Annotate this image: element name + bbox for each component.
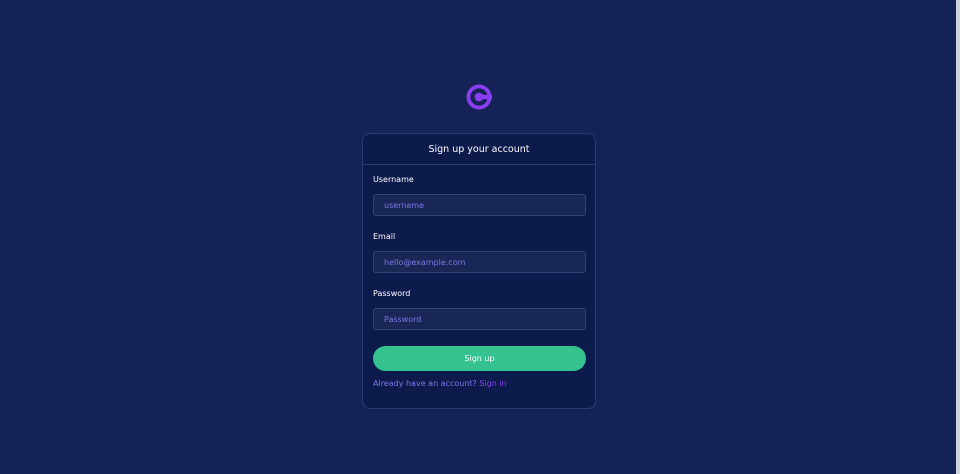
sign-in-link[interactable]: Sign in [479, 379, 506, 388]
password-input[interactable] [373, 308, 586, 330]
signin-prompt-text: Already have an account? [373, 379, 477, 388]
page-scrollbar[interactable] [956, 0, 960, 474]
password-label: Password [373, 289, 411, 298]
email-label: Email [373, 232, 396, 241]
card-title: Sign up your account [428, 143, 530, 155]
username-label: Username [373, 175, 414, 184]
page: Sign up your account Username Email Pass… [0, 0, 960, 474]
sign-up-button[interactable]: Sign up [373, 346, 586, 371]
c-logo-icon [466, 84, 492, 110]
signin-prompt: Already have an account? Sign in [373, 379, 507, 388]
email-input[interactable] [373, 251, 586, 273]
app-logo [466, 84, 492, 110]
card-header: Sign up your account [363, 134, 595, 165]
signup-card: Sign up your account Username Email Pass… [362, 133, 596, 409]
username-input[interactable] [373, 194, 586, 216]
